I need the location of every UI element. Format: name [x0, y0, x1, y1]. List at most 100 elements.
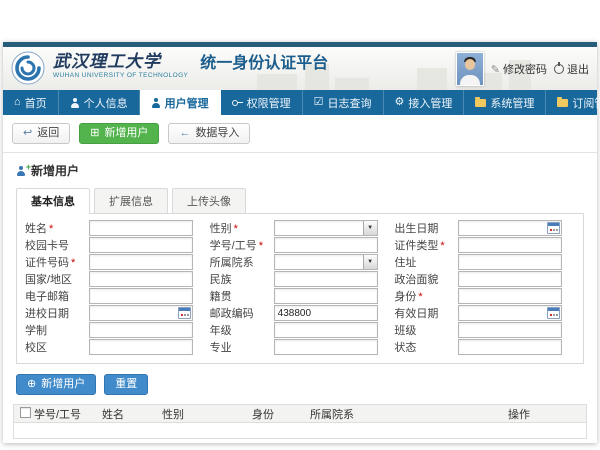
column-header-5: 操作: [508, 406, 586, 422]
text-field[interactable]: [89, 322, 193, 338]
field-label: 学制: [25, 322, 89, 338]
university-name-cn: 武汉理工大学: [53, 53, 188, 71]
gear-icon: ⚙: [395, 97, 405, 108]
text-field[interactable]: [458, 339, 562, 355]
text-field[interactable]: [274, 339, 378, 355]
field-wrap: [89, 220, 193, 236]
field-label: 姓名*: [25, 220, 89, 236]
field-wrap: [89, 254, 193, 270]
text-field[interactable]: [274, 237, 378, 253]
text-field[interactable]: [458, 322, 562, 338]
section-title: 新增用户: [31, 162, 79, 179]
field-label: 班级: [394, 322, 458, 338]
field-wrap: [458, 271, 562, 287]
text-field[interactable]: [89, 288, 193, 304]
data-import-button[interactable]: ← 数据导入: [168, 123, 250, 144]
key-icon: [232, 98, 243, 108]
page-title: 统一身份认证平台: [200, 54, 328, 79]
logout-link[interactable]: 退出: [554, 61, 589, 77]
back-arrow-icon: ↩: [23, 127, 32, 140]
field-wrap: [89, 305, 193, 321]
header: 武汉理工大学 WUHAN UNIVERSITY OF TECHNOLOGY 统一…: [3, 47, 597, 90]
text-field[interactable]: [274, 322, 378, 338]
form-cell: 学号/工号*: [210, 238, 391, 252]
text-field[interactable]: [458, 254, 562, 270]
users-table-empty-row: [14, 423, 586, 438]
change-password-label: 修改密码: [503, 61, 547, 77]
nav-item-1[interactable]: 个人信息: [59, 90, 140, 115]
home-icon: ⌂: [14, 97, 21, 108]
required-asterisk: *: [71, 257, 75, 269]
field-label: 校园卡号: [25, 237, 89, 253]
text-field[interactable]: [89, 271, 193, 287]
form-cell: 状态: [394, 340, 575, 354]
text-field[interactable]: [89, 339, 193, 355]
chevron-down-icon[interactable]: ▼: [363, 221, 377, 235]
field-wrap: [89, 339, 193, 355]
column-header-0: 学号/工号: [34, 406, 102, 422]
field-wrap: [458, 339, 562, 355]
chevron-down-icon[interactable]: ▼: [363, 255, 377, 269]
tab-0[interactable]: 基本信息: [16, 188, 90, 213]
form-cell: 民族: [210, 272, 391, 286]
form-cell: 学制: [25, 323, 206, 337]
nav-item-3[interactable]: 权限管理: [221, 90, 303, 115]
add-user-toolbar-button[interactable]: ⊞ 新增用户: [79, 123, 159, 144]
field-wrap: [458, 305, 562, 321]
field-label: 校区: [25, 339, 89, 355]
field-wrap: [274, 288, 378, 304]
field-label: 性别*: [210, 220, 274, 236]
text-field[interactable]: [458, 271, 562, 287]
plus-icon: ⊕: [27, 378, 36, 391]
text-field[interactable]: [274, 305, 378, 321]
form-cell: 姓名*: [25, 221, 206, 235]
required-asterisk: *: [440, 240, 444, 252]
nav-item-4[interactable]: ☑日志查询: [303, 90, 384, 115]
submit-add-user-button[interactable]: ⊕ 新增用户: [16, 374, 96, 395]
reset-button[interactable]: 重置: [104, 374, 148, 395]
form-cell: 年级: [210, 323, 391, 337]
add-user-section-icon: +: [16, 166, 26, 176]
form-cell: 住址: [394, 255, 575, 269]
calendar-icon[interactable]: [547, 307, 560, 319]
field-wrap: [274, 271, 378, 287]
calendar-icon[interactable]: [178, 307, 191, 319]
form-cell: 证件号码*: [25, 255, 206, 269]
nav-item-7[interactable]: 订阅管理: [546, 90, 600, 115]
header-right: ✎ 修改密码 退出: [456, 52, 589, 86]
tab-2[interactable]: 上传头像: [172, 188, 246, 213]
field-label: 邮政编码: [210, 305, 274, 321]
reset-button-label: 重置: [115, 378, 137, 391]
text-field[interactable]: [458, 237, 562, 253]
field-label: 电子邮箱: [25, 288, 89, 304]
import-arrow-icon: ←: [179, 127, 190, 140]
avatar[interactable]: [456, 52, 484, 86]
field-wrap: [89, 237, 193, 253]
tab-1[interactable]: 扩展信息: [94, 188, 168, 213]
nav-item-6[interactable]: 系统管理: [464, 90, 546, 115]
change-password-link[interactable]: ✎ 修改密码: [491, 61, 547, 77]
app-window: 武汉理工大学 WUHAN UNIVERSITY OF TECHNOLOGY 统一…: [3, 42, 597, 443]
nav-item-2[interactable]: 用户管理: [140, 90, 221, 115]
column-header-4: 所属院系: [310, 406, 508, 422]
university-logo-icon: [11, 51, 45, 90]
nav-item-0[interactable]: ⌂首页: [3, 90, 59, 115]
text-field[interactable]: [274, 271, 378, 287]
text-field[interactable]: [274, 288, 378, 304]
nav-item-label: 接入管理: [408, 95, 452, 111]
back-button[interactable]: ↩ 返回: [12, 123, 70, 144]
nav-item-5[interactable]: ⚙接入管理: [384, 90, 465, 115]
text-field[interactable]: [458, 288, 562, 304]
form-cell: 校园卡号: [25, 238, 206, 252]
tab-bar: 基本信息扩展信息上传头像: [16, 188, 584, 213]
form-cell: 出生日期: [394, 221, 575, 235]
field-label: 证件号码*: [25, 254, 89, 270]
field-wrap: [274, 237, 378, 253]
text-field[interactable]: [89, 220, 193, 236]
text-field[interactable]: [89, 254, 193, 270]
text-field[interactable]: [89, 237, 193, 253]
select-all-checkbox[interactable]: [20, 407, 31, 418]
form-actions: ⊕ 新增用户 重置: [3, 364, 597, 404]
calendar-icon[interactable]: [547, 222, 560, 234]
field-wrap: ▼: [274, 254, 378, 270]
